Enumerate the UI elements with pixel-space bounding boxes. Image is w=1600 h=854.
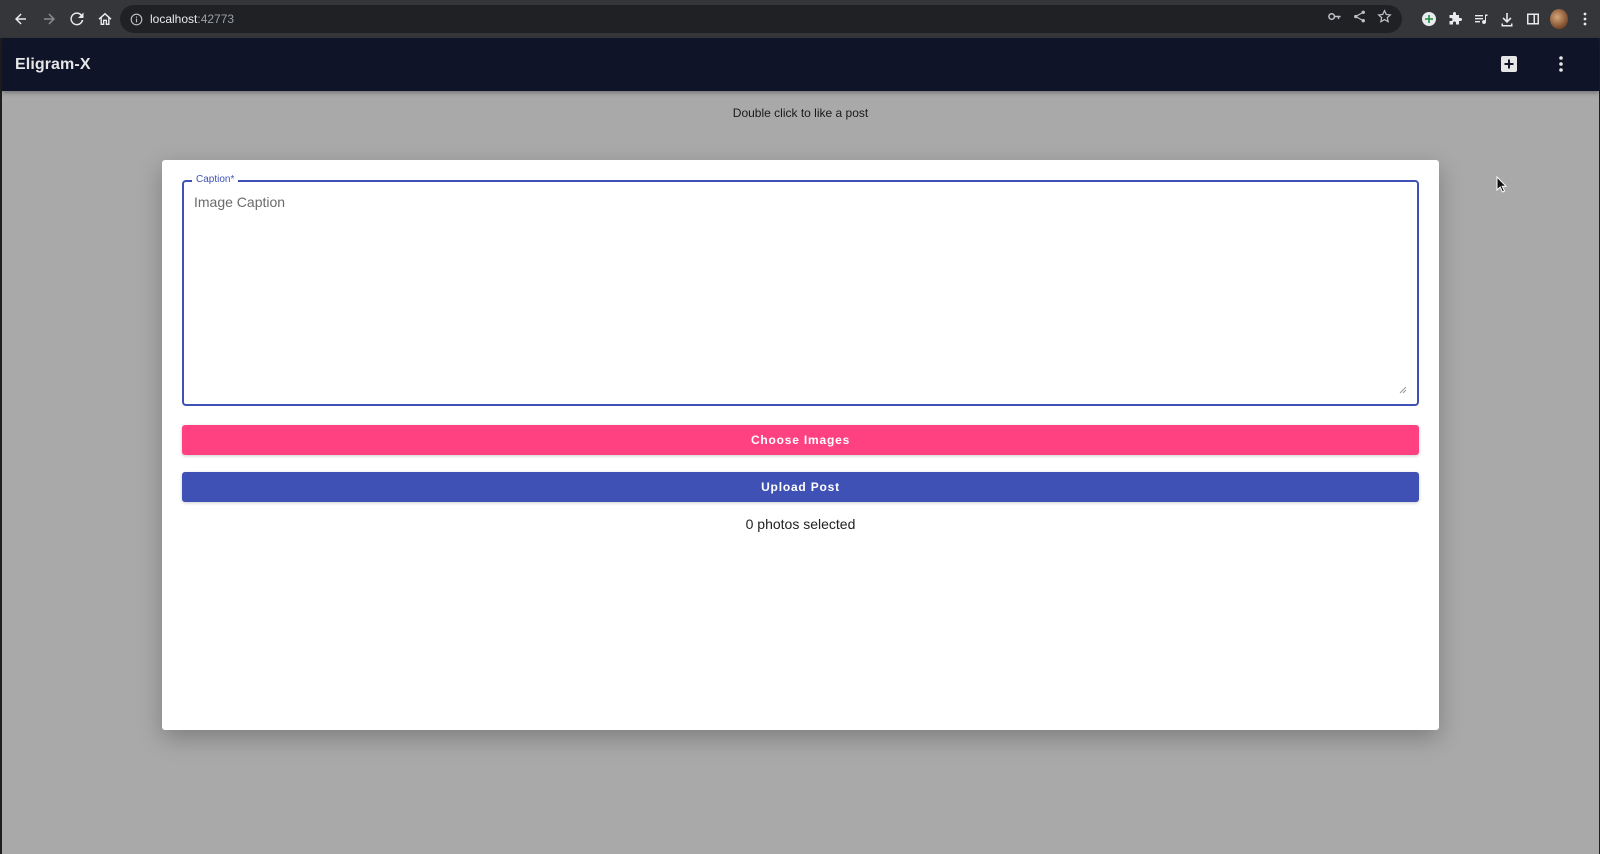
reload-icon[interactable]: [64, 6, 90, 32]
caption-textarea[interactable]: [194, 194, 1405, 390]
caption-field[interactable]: Caption*: [182, 174, 1419, 406]
browser-menu-icon[interactable]: [1576, 10, 1594, 28]
download-icon[interactable]: [1498, 10, 1516, 28]
upload-dialog: Caption* Choose Images Upload Post 0 pho…: [162, 160, 1439, 730]
photos-selected-count: 0 photos selected: [745, 516, 856, 532]
choose-images-button[interactable]: Choose Images: [182, 425, 1419, 455]
key-icon[interactable]: [1327, 9, 1342, 29]
extensions-puzzle-icon[interactable]: [1446, 10, 1464, 28]
upload-post-button[interactable]: Upload Post: [182, 472, 1419, 502]
like-hint-text: Double click to like a post: [732, 106, 869, 120]
app-bar: Eligram-X: [2, 38, 1599, 91]
profile-avatar[interactable]: [1550, 9, 1568, 29]
resize-grip-icon[interactable]: [1399, 386, 1407, 394]
app-title: Eligram-X: [15, 55, 91, 73]
mouse-cursor-icon: [1496, 176, 1508, 193]
media-queue-icon[interactable]: [1472, 10, 1490, 28]
url-text: localhost:42773: [150, 12, 234, 26]
share-icon[interactable]: [1352, 9, 1367, 29]
site-info-icon[interactable]: [128, 11, 144, 27]
address-bar[interactable]: localhost:42773: [120, 5, 1402, 33]
extension-plus-icon[interactable]: [1420, 10, 1438, 28]
more-options-icon[interactable]: [1549, 52, 1573, 76]
side-panel-icon[interactable]: [1524, 10, 1542, 28]
url-host: localhost: [150, 12, 198, 26]
forward-icon[interactable]: [36, 6, 62, 32]
bookmark-star-icon[interactable]: [1377, 9, 1392, 29]
add-post-icon[interactable]: [1497, 52, 1521, 76]
browser-toolbar: localhost:42773: [0, 0, 1600, 38]
back-icon[interactable]: [8, 6, 34, 32]
url-port: :42773: [197, 12, 235, 26]
app-viewport: Eligram-X Double click to like a post Ca…: [2, 38, 1599, 854]
home-icon[interactable]: [92, 6, 118, 32]
caption-label: Caption*: [192, 174, 239, 185]
